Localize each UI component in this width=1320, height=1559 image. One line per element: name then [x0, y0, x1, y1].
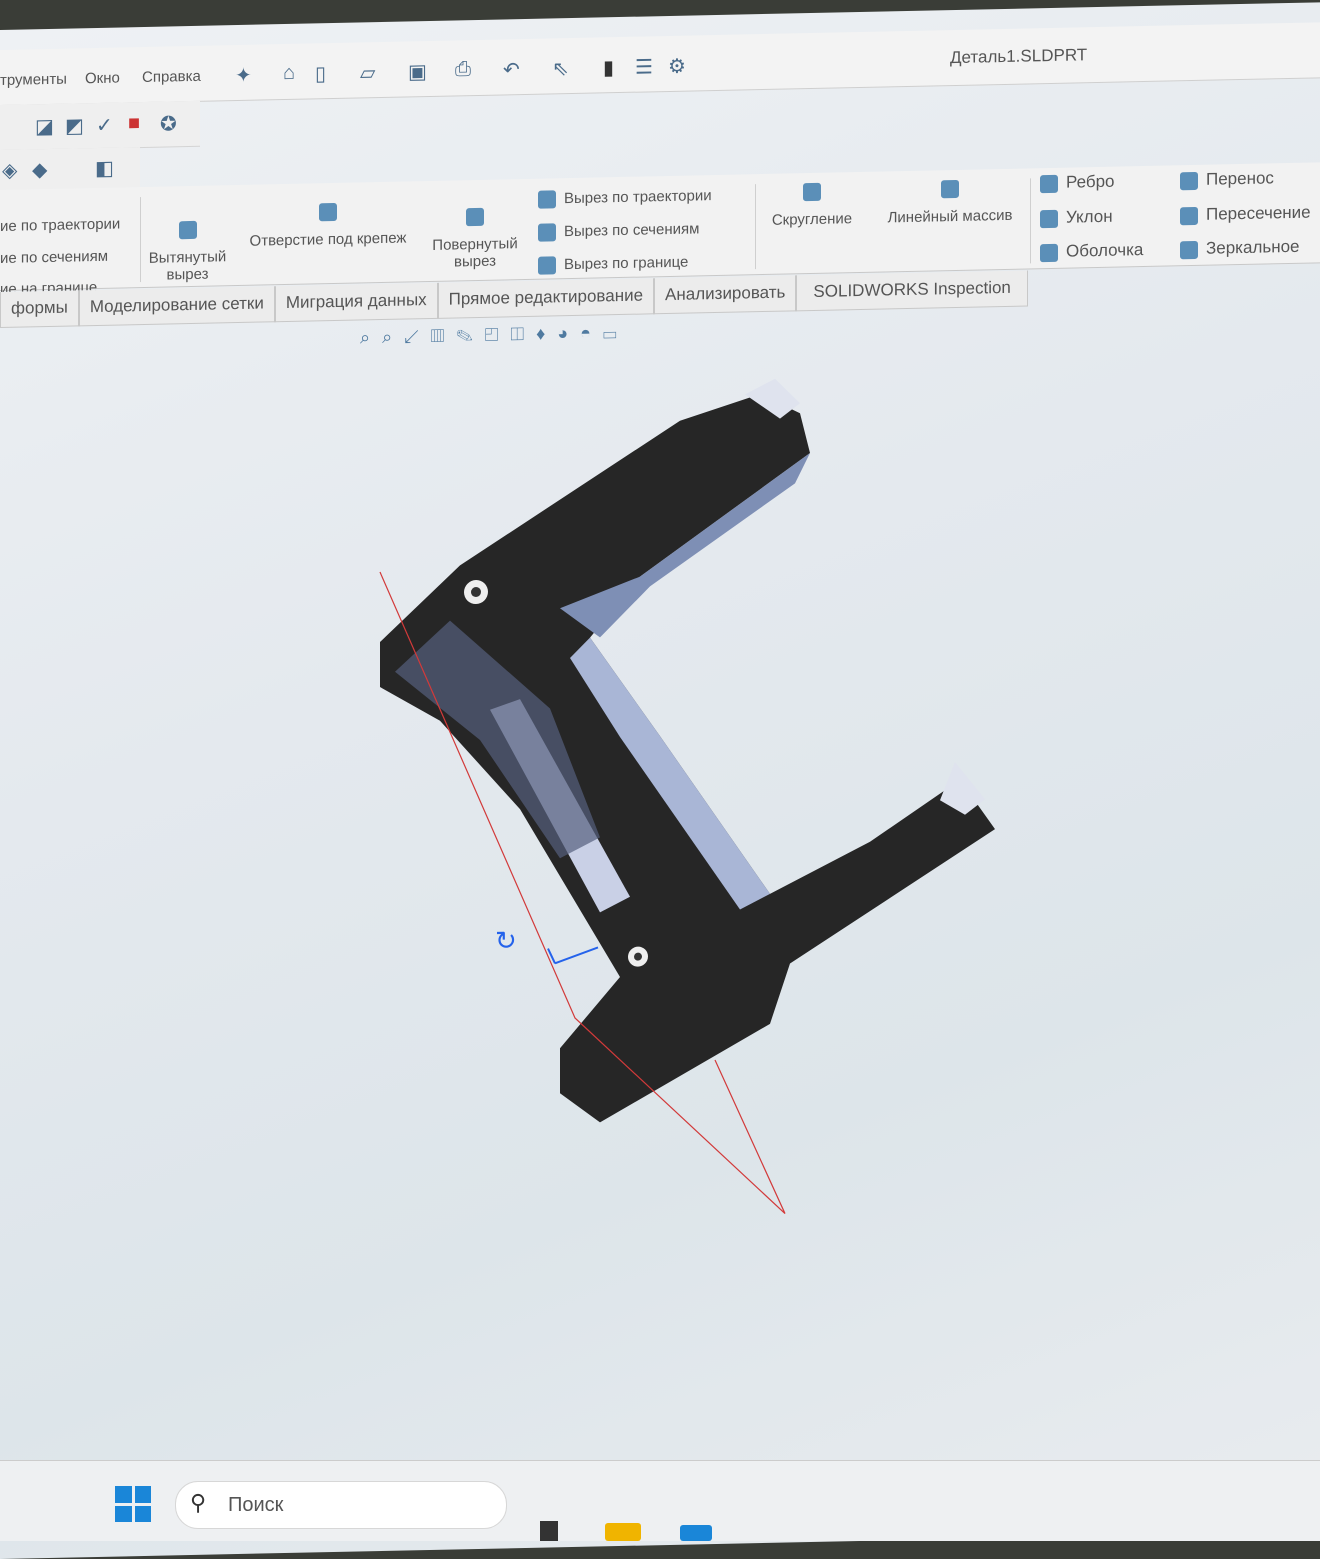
file-explorer-icon[interactable] [605, 1523, 641, 1541]
taskbar-search-box[interactable]: ⚲ Поиск [175, 1481, 507, 1529]
search-icon: ⚲ [190, 1490, 207, 1515]
graphics-area[interactable]: ↻ [0, 2, 1320, 1510]
windows-taskbar: ⚲ Поиск [0, 1460, 1320, 1541]
3d-part-model[interactable] [380, 374, 995, 1127]
triad-axis [547, 946, 599, 965]
rotate-icon[interactable]: ↻ [495, 925, 517, 955]
solidworks-window: трументы Окно Справка ✦ ⌂ ▯ ▱ ▣ ⎙ ↶ ⇖ ▮ … [0, 2, 1320, 1559]
taskbar-app-icon[interactable] [540, 1521, 558, 1541]
windows-start-icon[interactable] [115, 1486, 151, 1522]
taskbar-app-icon[interactable] [680, 1525, 712, 1541]
search-placeholder: Поиск [228, 1494, 284, 1516]
